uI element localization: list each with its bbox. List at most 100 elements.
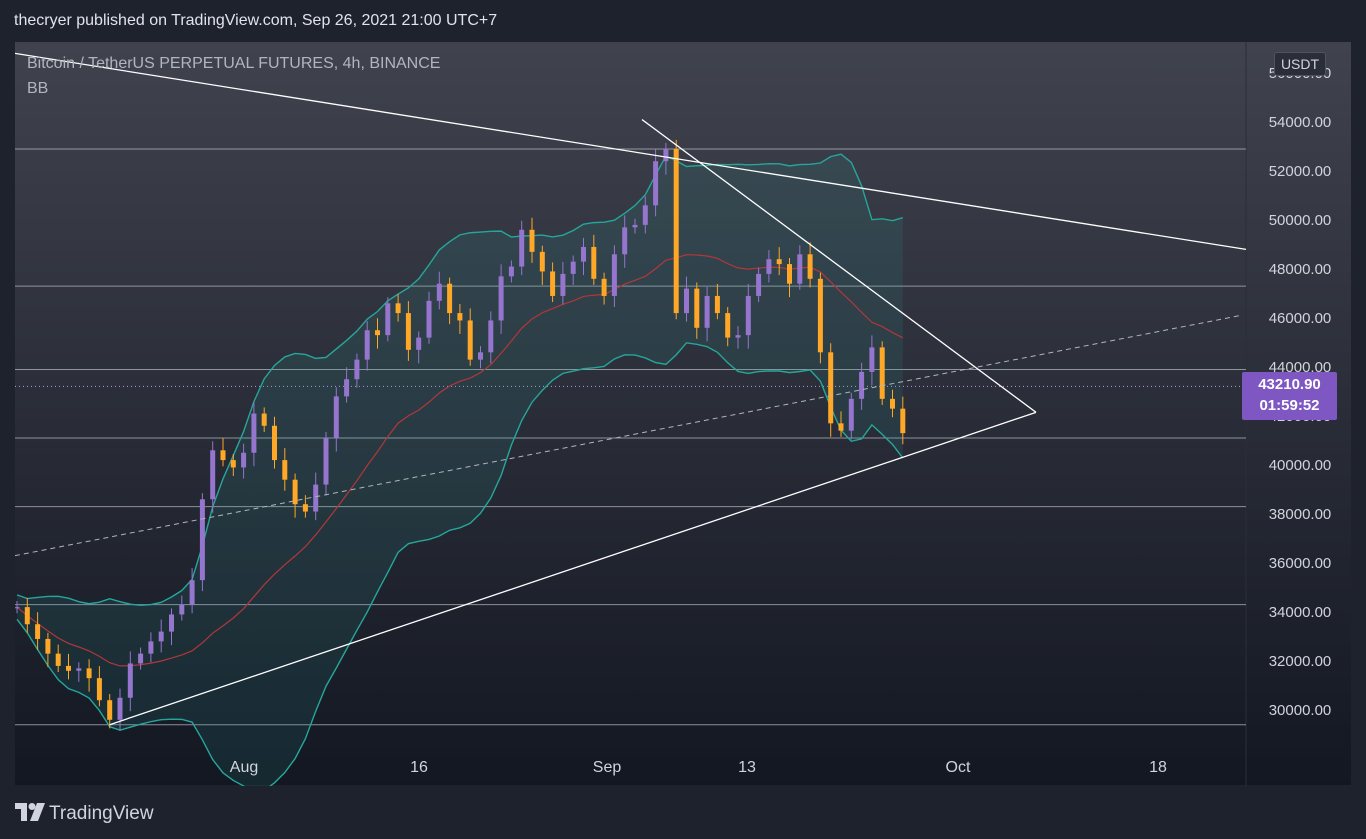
- candle-body: [416, 337, 422, 350]
- chart-area[interactable]: 30000.00 32000.00 34000.00 36000.00 38000.00…: [15, 42, 1351, 786]
- publish-header: thecryer published on TradingView.com, S…: [0, 0, 1366, 42]
- candle-body: [735, 335, 741, 338]
- indicator-label[interactable]: BB: [27, 80, 440, 98]
- candle-body: [220, 450, 226, 461]
- candle-body: [189, 580, 195, 605]
- candle-body: [725, 313, 731, 338]
- publisher-credit: thecryer published on TradingView.com, S…: [14, 12, 498, 29]
- candle-body: [817, 278, 823, 353]
- candle-body: [694, 288, 700, 328]
- candle-body: [323, 438, 329, 485]
- bar-countdown: 01:59:52: [1259, 397, 1320, 414]
- price-axis-tick: 52000.00: [1269, 163, 1332, 180]
- time-axis-tick: Aug: [230, 759, 258, 776]
- candle-body: [848, 398, 854, 431]
- price-axis-tick: 48000.00: [1269, 261, 1332, 278]
- currency-badge[interactable]: USDT: [1274, 52, 1326, 76]
- tradingview-logo-icon[interactable]: [15, 803, 45, 821]
- candle-body: [169, 614, 174, 632]
- price-axis-tick: 40000.00: [1269, 457, 1332, 474]
- candle-body: [890, 398, 895, 409]
- candle-body: [302, 504, 308, 512]
- candle-body: [86, 668, 92, 679]
- price-axis-tick: 34000.00: [1269, 604, 1332, 621]
- price-axis-tick: 30000.00: [1269, 702, 1332, 719]
- candle-body: [900, 408, 906, 434]
- candle-body: [673, 148, 679, 314]
- time-axis-tick: 18: [1149, 759, 1167, 776]
- candle-body: [148, 641, 154, 654]
- candle-body: [436, 283, 442, 301]
- candle-body: [96, 678, 102, 701]
- candle-body: [539, 251, 545, 272]
- candle-body: [611, 254, 617, 296]
- candle-body: [179, 604, 185, 615]
- candle-body: [797, 254, 803, 284]
- candle-body: [766, 259, 772, 274]
- candle-body: [24, 607, 30, 625]
- candle-body: [478, 352, 483, 360]
- candle-body: [230, 460, 236, 468]
- time-axis-tick: Oct: [946, 759, 971, 776]
- candle-body: [508, 266, 514, 277]
- candle-body: [354, 359, 360, 380]
- time-axis-tick: 16: [410, 759, 428, 776]
- candle-body: [591, 246, 597, 279]
- candle-body: [529, 229, 535, 252]
- candle-body: [457, 313, 463, 321]
- current-price: 43210.90: [1258, 376, 1321, 393]
- candle-body: [35, 624, 41, 639]
- candle-body: [519, 229, 525, 267]
- chart-legend: Bitcoin / TetherUS PERPETUAL FUTURES, 4h…: [27, 55, 440, 105]
- time-axis-tick: 13: [738, 759, 756, 776]
- candle-body: [745, 295, 751, 336]
- candle-body: [405, 313, 411, 350]
- price-axis-tick: 38000.00: [1269, 506, 1332, 523]
- candle-body: [272, 425, 277, 461]
- candle-body: [426, 300, 432, 338]
- candle-body: [776, 259, 782, 265]
- candle-body: [756, 273, 762, 296]
- candle-body: [488, 320, 494, 353]
- candle-body: [199, 499, 205, 581]
- time-axis-tick: Sep: [593, 759, 622, 776]
- candle-body: [550, 271, 556, 296]
- candle-body: [45, 638, 51, 654]
- candle-body: [787, 264, 792, 284]
- price-axis-tick: 54000.00: [1269, 114, 1332, 131]
- candle-body: [838, 423, 844, 431]
- candle-body: [560, 273, 566, 296]
- candle-body: [241, 452, 247, 468]
- candle-body: [570, 261, 576, 274]
- candle-body: [395, 303, 401, 314]
- candle-body: [261, 413, 267, 426]
- symbol-title: Bitcoin / TetherUS PERPETUAL FUTURES, 4h…: [27, 55, 441, 72]
- candle-body: [333, 396, 339, 439]
- candle-body: [632, 224, 638, 228]
- price-axis-tick: 46000.00: [1269, 310, 1332, 327]
- candle-body: [158, 631, 164, 642]
- candle-body: [76, 668, 82, 671]
- candle-body: [684, 288, 689, 314]
- candle-body: [313, 484, 319, 512]
- candle-body: [828, 352, 834, 424]
- candle-body: [581, 246, 586, 262]
- price-axis-tick: 50000.00: [1269, 212, 1332, 229]
- candle-body: [869, 347, 875, 372]
- candle-body: [375, 330, 380, 336]
- candle-body: [55, 653, 61, 666]
- price-axis-tick: 36000.00: [1269, 555, 1332, 572]
- candle-body: [15, 607, 20, 609]
- tradingview-logo-text[interactable]: TradingView: [49, 803, 154, 825]
- price-axis-tick: 32000.00: [1269, 653, 1332, 670]
- chart-canvas[interactable]: 30000.00 32000.00 34000.00 36000.00 38000.00…: [15, 42, 1351, 786]
- candle-body: [859, 371, 865, 399]
- candle-body: [344, 379, 350, 397]
- candle-body: [364, 330, 370, 360]
- candle-body: [127, 663, 133, 698]
- candle-body: [704, 295, 710, 328]
- footer: [0, 786, 1366, 839]
- candle-body: [642, 205, 648, 225]
- candle-body: [653, 161, 659, 206]
- candle-body: [385, 303, 391, 336]
